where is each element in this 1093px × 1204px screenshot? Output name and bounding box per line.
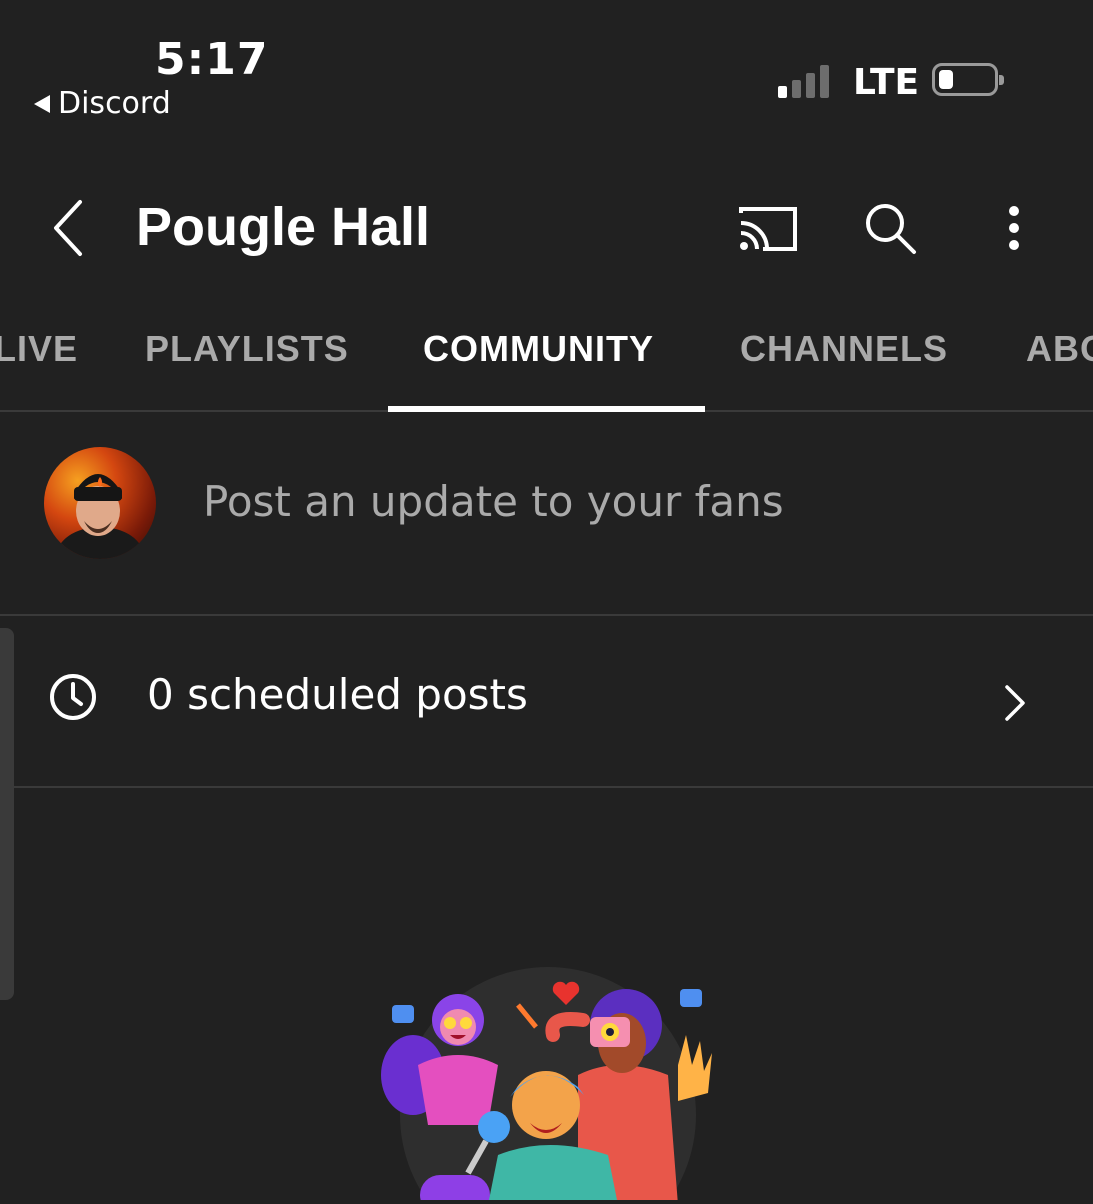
back-to-app-link[interactable]: Discord [34,86,171,121]
tab-live[interactable]: LIVE [0,328,78,370]
tab-channels[interactable]: CHANNELS [740,328,948,370]
community-illustration [378,965,718,1204]
tab-community[interactable]: COMMUNITY [423,328,654,370]
channel-title: Pougle Hall [136,197,431,257]
tab-playlists[interactable]: PLAYLISTS [145,328,349,370]
back-arrow-icon[interactable] [40,195,96,261]
back-app-label: Discord [58,86,171,121]
battery-icon [932,63,1004,96]
search-icon[interactable] [860,198,920,258]
divider [0,786,1093,788]
avatar [44,447,156,559]
signal-strength-icon [778,64,829,98]
post-update-input[interactable]: Post an update to your fans [203,477,784,526]
back-triangle-icon [34,94,50,113]
network-type: LTE [853,62,920,103]
scheduled-posts-label: 0 scheduled posts [147,670,528,719]
cast-icon[interactable] [736,200,800,256]
more-vert-icon[interactable] [996,200,1032,256]
active-tab-indicator [388,406,705,412]
clock-icon [46,670,100,724]
chevron-right-icon [998,680,1032,726]
status-time: 5:17 [155,34,269,85]
tab-about[interactable]: ABO [1026,328,1093,370]
scroll-handle[interactable] [0,628,14,1000]
